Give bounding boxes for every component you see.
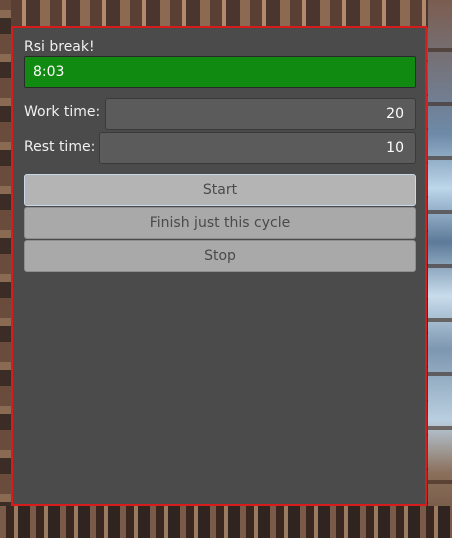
rest-time-label: Rest time: (24, 139, 96, 155)
desktop-wallpaper-bottom (0, 506, 452, 538)
work-time-spinbox[interactable]: 20 (105, 98, 416, 130)
rsi-break-window: Rsi break! 8:03 Work time: 20 Rest time:… (11, 26, 427, 506)
timer-progress-bar: 8:03 (24, 56, 416, 88)
timer-progress-fill (25, 57, 415, 87)
timer-remaining: 8:03 (33, 64, 65, 80)
start-button[interactable]: Start (24, 174, 416, 206)
stop-button[interactable]: Stop (24, 240, 416, 272)
work-time-label: Work time: (24, 104, 101, 120)
finish-cycle-button[interactable]: Finish just this cycle (24, 207, 416, 239)
window-title: Rsi break! (24, 39, 95, 55)
desktop-wallpaper-right (428, 0, 452, 538)
desktop-wallpaper-left (0, 0, 11, 538)
rest-time-spinbox[interactable]: 10 (99, 132, 416, 164)
desktop-wallpaper-top (0, 0, 452, 26)
